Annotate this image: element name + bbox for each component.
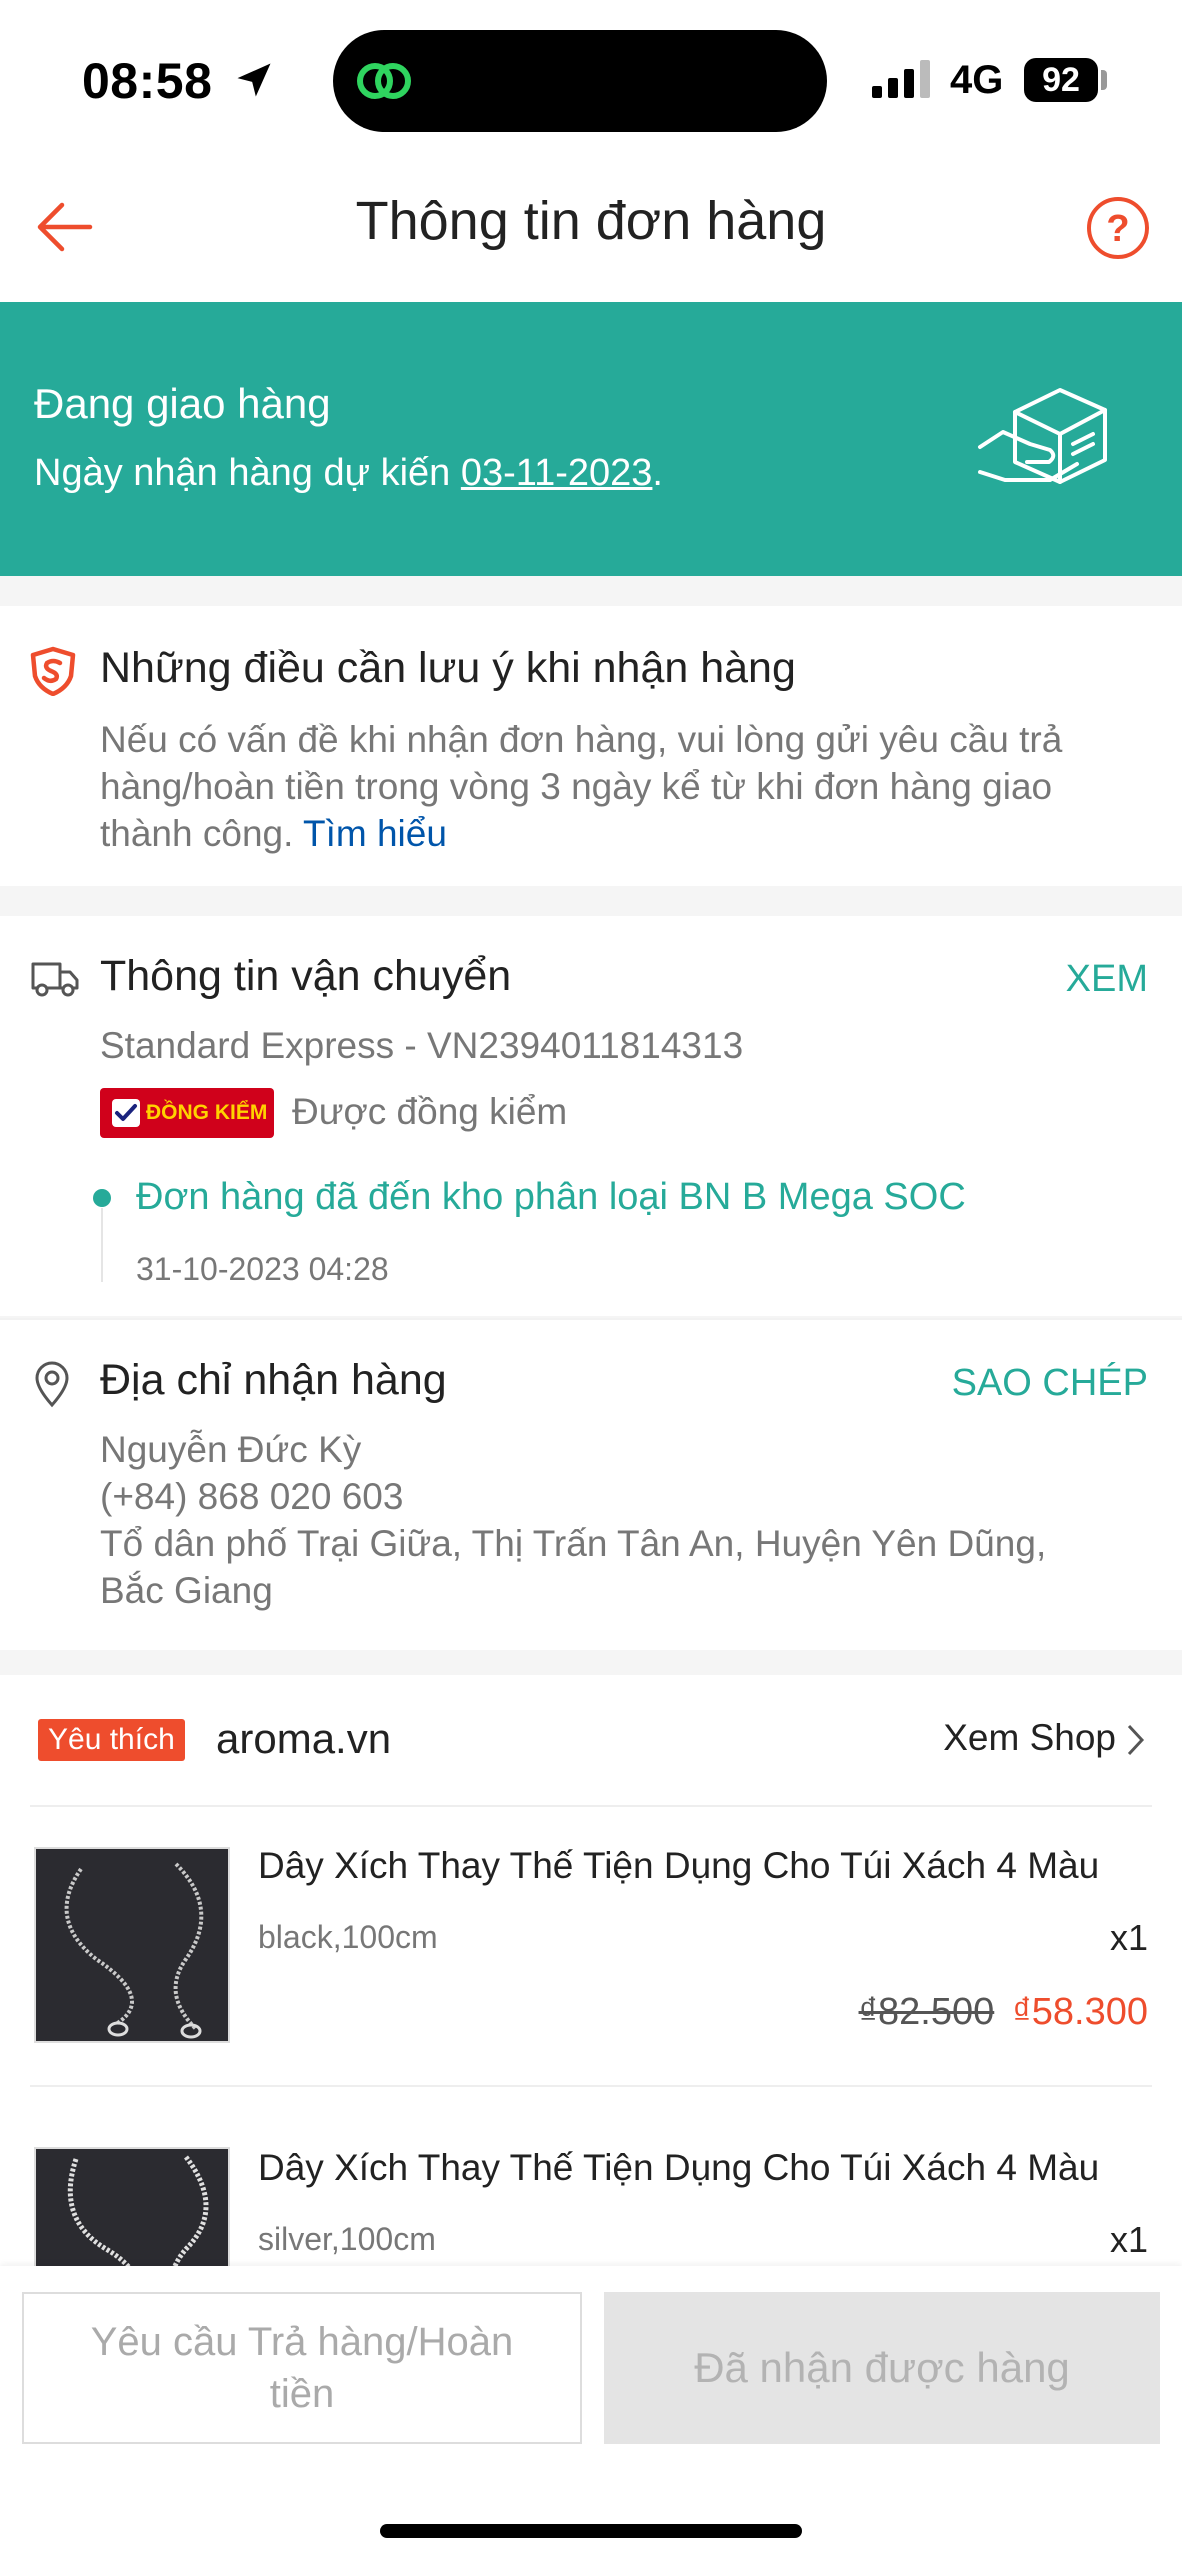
view-shop-label: Xem Shop — [943, 1717, 1116, 1758]
check-icon — [112, 1099, 140, 1127]
product-variant: black,100cm — [258, 1919, 438, 1955]
latest-tracking-time: 31-10-2023 04:28 — [136, 1251, 389, 1287]
product-name: Dây Xích Thay Thế Tiện Dụng Cho Túi Xách… — [258, 2147, 1100, 2188]
return-label-line-1: Yêu cầu Trả hàng/Hoàn — [90, 2320, 514, 2364]
order-detail-page: 08:58 4G 92 Thông tin đơn hàng ? Đang gi… — [0, 0, 1182, 2560]
status-bar: 08:58 4G 92 — [0, 0, 1182, 150]
location-pin-icon — [35, 1361, 69, 1408]
battery-level: 92 — [1024, 58, 1098, 102]
co-inspection-badge: ĐỒNG KIỂM — [100, 1088, 274, 1138]
page-title: Thông tin đơn hàng — [355, 191, 827, 251]
product-quantity: x1 — [1109, 2219, 1148, 2260]
status-time: 08:58 — [82, 53, 213, 109]
timeline-dot — [93, 1189, 111, 1207]
badge-label: ĐỒNG KIỂM — [146, 1101, 268, 1124]
address-line-2: Bắc Giang — [100, 1570, 273, 1611]
delivery-eta: Ngày nhận hàng dự kiến 03-11-2023. — [34, 452, 663, 495]
latest-tracking-event[interactable]: Đơn hàng đã đến kho phân loại BN B Mega … — [136, 1174, 966, 1221]
notice-body: Nếu có vấn đề khi nhận đơn hàng, vui lòn… — [100, 719, 1063, 854]
timeline-line — [101, 1208, 103, 1282]
shipping-title: Thông tin vận chuyển — [100, 952, 512, 1000]
eta-prefix: Ngày nhận hàng dự kiến — [34, 452, 461, 494]
learn-more-link[interactable]: Tìm hiểu — [303, 813, 447, 854]
receiving-notice-section: Những điều cần lưu ý khi nhận hàng Nếu c… — [0, 606, 1182, 886]
location-arrow-icon — [237, 63, 271, 97]
eta-suffix: . — [652, 452, 663, 494]
favorite-shop-badge: Yêu thích — [38, 1719, 185, 1761]
original-price: ₫82.500 — [858, 1991, 995, 2033]
eta-date: 03-11-2023 — [460, 452, 653, 494]
home-indicator — [380, 2524, 802, 2538]
package-delivery-icon — [978, 388, 1107, 484]
chevron-right-icon — [1127, 1725, 1145, 1756]
recipient-phone: (+84) 868 020 603 — [100, 1476, 404, 1517]
product-quantity: x1 — [1109, 1917, 1148, 1958]
delivery-address-section: Địa chỉ nhận hàng SAO CHÉP Nguyễn Đức Kỳ… — [0, 1320, 1182, 1650]
view-shop-button[interactable]: Xem Shop — [943, 1717, 1146, 1759]
carrier-tracking: Standard Express - VN2394011814313 — [100, 1025, 744, 1066]
shield-icon — [30, 646, 76, 696]
question-circle-icon[interactable]: ? — [1085, 195, 1151, 261]
network-type: 4G — [950, 58, 1004, 102]
svg-text:?: ? — [1106, 208, 1129, 250]
shop-name[interactable]: aroma.vn — [216, 1715, 391, 1763]
app-header: Thông tin đơn hàng ? — [0, 150, 1182, 302]
link-app-icon — [357, 63, 411, 99]
address-title: Địa chỉ nhận hàng — [100, 1356, 447, 1404]
return-label-line-2: tiền — [269, 2372, 335, 2416]
sale-price: ₫58.300 — [1012, 1991, 1148, 2033]
shop-section: Yêu thích aroma.vn Xem Shop Dây Xích Tha… — [0, 1675, 1182, 2343]
product-price: ₫82.500 ₫58.300 — [859, 1991, 1148, 2034]
delivery-status-banner: Đang giao hàng Ngày nhận hàng dự kiến 03… — [0, 302, 1182, 576]
return-refund-button[interactable]: Yêu cầu Trả hàng/Hoàn tiền — [22, 2292, 582, 2444]
notice-text: Nếu có vấn đề khi nhận đơn hàng, vui lòn… — [100, 716, 1150, 857]
truck-icon — [31, 962, 79, 997]
product-item[interactable]: Dây Xích Thay Thế Tiện Dụng Cho Túi Xách… — [0, 1805, 1182, 2095]
view-shipping-button[interactable]: XEM — [1066, 958, 1148, 1001]
bottom-action-bar: Yêu cầu Trả hàng/Hoàn tiền Đã nhận được … — [0, 2266, 1182, 2560]
product-thumbnail — [34, 1847, 230, 2043]
product-name: Dây Xích Thay Thế Tiện Dụng Cho Túi Xách… — [258, 1845, 1100, 1886]
recipient-name: Nguyễn Đức Kỳ — [100, 1429, 362, 1470]
co-inspection-text: Được đồng kiểm — [292, 1091, 568, 1132]
shipping-info-section: Thông tin vận chuyển XEM Standard Expres… — [0, 916, 1182, 1316]
copy-address-button[interactable]: SAO CHÉP — [952, 1362, 1148, 1405]
address-line-1: Tổ dân phố Trại Giữa, Thị Trấn Tân An, H… — [100, 1523, 1047, 1564]
battery-tip — [1101, 70, 1107, 90]
notice-title: Những điều cần lưu ý khi nhận hàng — [100, 644, 796, 692]
product-variant: silver,100cm — [258, 2221, 436, 2257]
product-divider — [30, 2085, 1152, 2087]
order-received-button[interactable]: Đã nhận được hàng — [604, 2292, 1160, 2444]
delivery-status: Đang giao hàng — [34, 380, 331, 427]
signal-icon — [872, 60, 930, 98]
